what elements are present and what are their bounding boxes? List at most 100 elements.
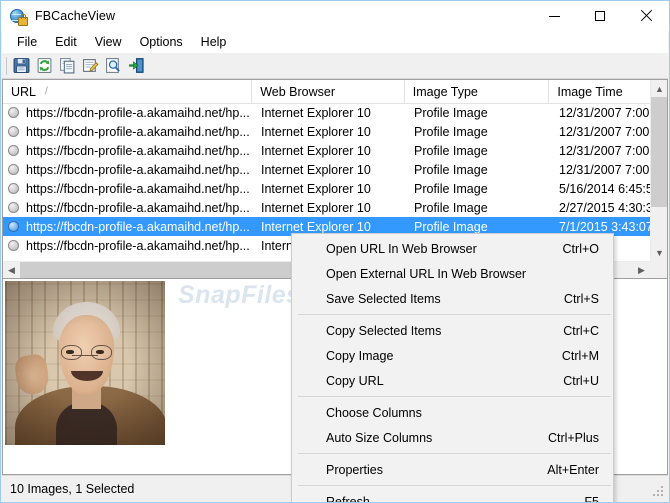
app-globe-lock-icon [10,8,28,26]
window-title: FBCacheView [35,9,116,23]
ctx-copy-selected[interactable]: Copy Selected Items Ctrl+C [292,318,613,343]
cell-image-type: Profile Image [414,124,488,139]
scroll-right-arrow-icon[interactable]: ▶ [633,262,650,278]
ctx-copy-image-label: Copy Image [326,348,394,363]
image-entry-icon [8,202,19,213]
toolbar-copy-button[interactable] [56,55,79,77]
menu-edit[interactable]: Edit [46,33,86,51]
table-row[interactable]: https://fbcdn-profile-a.akamaihd.net/hp.… [3,122,650,141]
image-entry-icon [8,107,19,118]
listview-header: URL / Web Browser Image Type Image Time [3,80,667,104]
maximize-icon [595,11,605,21]
ctx-auto-size-columns[interactable]: Auto Size Columns Ctrl+Plus [292,425,613,450]
table-row[interactable]: https://fbcdn-profile-a.akamaihd.net/hp.… [3,198,650,217]
cell-url-label: https://fbcdn-profile-a.akamaihd.net/hp.… [26,143,250,158]
toolbar-separator [6,56,7,75]
menu-options[interactable]: Options [131,33,192,51]
ctx-properties[interactable]: Properties Alt+Enter [292,457,613,482]
cell-web-browser: Internet Explorer 10 [261,124,371,139]
cell-url-label: https://fbcdn-profile-a.akamaihd.net/hp.… [26,219,250,234]
ctx-refresh[interactable]: Refresh F5 [292,489,613,503]
ctx-copy-image[interactable]: Copy Image Ctrl+M [292,343,613,368]
toolbar-exit-button[interactable] [125,55,148,77]
column-header-web-browser[interactable]: Web Browser [252,80,405,103]
scroll-down-arrow-icon[interactable]: ▼ [651,244,667,261]
ctx-auto-size-columns-accelerator: Ctrl+Plus [547,430,599,445]
ctx-open-external-url[interactable]: Open External URL In Web Browser [292,261,613,286]
scroll-left-arrow-icon[interactable]: ◀ [3,262,20,278]
ctx-open-external-url-label: Open External URL In Web Browser [326,266,527,281]
cell-image-time: 12/31/2007 7:00:0 [559,162,650,177]
ctx-copy-url-accelerator: Ctrl+U [563,373,599,388]
cell-image-type: Profile Image [414,143,488,158]
find-icon [106,58,120,73]
ctx-refresh-accelerator: F5 [584,494,599,503]
cell-url: https://fbcdn-profile-a.akamaihd.net/hp.… [3,125,253,139]
image-entry-icon [8,183,19,194]
menu-separator [298,396,611,397]
table-row[interactable]: https://fbcdn-profile-a.akamaihd.net/hp.… [3,141,650,160]
cell-url: https://fbcdn-profile-a.akamaihd.net/hp.… [3,144,253,158]
menu-separator [298,453,611,454]
table-row[interactable]: https://fbcdn-profile-a.akamaihd.net/hp.… [3,160,650,179]
menu-bar: File Edit View Options Help [2,31,668,53]
toolbar-find-button[interactable] [102,55,125,77]
column-header-image-type-label: Image Type [412,84,478,99]
ctx-save-selected-label: Save Selected Items [326,291,441,306]
cell-url-label: https://fbcdn-profile-a.akamaihd.net/hp.… [26,200,250,215]
cell-web-browser: Internet Explorer 10 [261,200,371,215]
save-icon [13,58,30,73]
ctx-refresh-label: Refresh [326,494,370,503]
toolbar-save-button[interactable] [10,55,33,77]
minimize-icon [548,15,560,17]
ctx-copy-url[interactable]: Copy URL Ctrl+U [292,368,613,393]
cell-web-browser: Internet Explorer 10 [261,219,371,234]
cell-image-time: 5/16/2014 6:45:51 [559,181,650,196]
image-entry-icon [8,164,19,175]
column-header-image-type[interactable]: Image Type [405,80,550,103]
cell-url-label: https://fbcdn-profile-a.akamaihd.net/hp.… [26,162,250,177]
ctx-properties-label: Properties [326,462,383,477]
ctx-properties-accelerator: Alt+Enter [547,462,599,477]
image-entry-icon [8,221,19,232]
menu-view[interactable]: View [86,33,131,51]
cell-url: https://fbcdn-profile-a.akamaihd.net/hp.… [3,239,253,253]
image-entry-icon [8,240,19,251]
close-button[interactable] [623,1,669,31]
toolbar-properties-button[interactable] [79,55,102,77]
listview-vertical-scrollbar[interactable]: ▲ ▼ [650,80,667,278]
fbcacheview-window: FBCacheView File Edit View Options Help [0,0,670,503]
scrollbar-corner [650,261,667,278]
ctx-save-selected[interactable]: Save Selected Items Ctrl+S [292,286,613,311]
table-row[interactable]: https://fbcdn-profile-a.akamaihd.net/hp.… [3,179,650,198]
minimize-button[interactable] [531,1,577,31]
scroll-up-arrow-icon[interactable]: ▲ [651,80,667,97]
cell-web-browser: Internet Explorer 10 [261,181,371,196]
context-menu[interactable]: Open URL In Web Browser Ctrl+O Open Extern… [291,233,614,503]
column-header-url[interactable]: URL / [3,80,253,103]
ctx-auto-size-columns-label: Auto Size Columns [326,430,433,445]
ctx-copy-selected-accelerator: Ctrl+C [563,323,599,338]
ctx-copy-image-accelerator: Ctrl+M [561,348,599,363]
ctx-open-url-label: Open URL In Web Browser [326,241,477,256]
image-entry-icon [8,145,19,156]
toolbar-refresh-button[interactable] [33,55,56,77]
ctx-open-url[interactable]: Open URL In Web Browser Ctrl+O [292,236,613,261]
menu-file[interactable]: File [8,33,46,51]
ctx-choose-columns[interactable]: Choose Columns [292,400,613,425]
cell-url: https://fbcdn-profile-a.akamaihd.net/hp.… [3,220,253,234]
cell-url: https://fbcdn-profile-a.akamaihd.net/hp.… [3,201,253,215]
properties-icon [83,59,99,72]
cell-image-time: 12/31/2007 7:00:0 [559,143,650,158]
vertical-scroll-thumb[interactable] [651,97,667,207]
cell-image-type: Profile Image [414,105,488,120]
resize-grip-icon[interactable] [653,486,665,498]
cell-image-type: Profile Image [414,219,488,234]
maximize-button[interactable] [577,1,623,31]
cell-url-label: https://fbcdn-profile-a.akamaihd.net/hp.… [26,124,250,139]
table-row[interactable]: https://fbcdn-profile-a.akamaihd.net/hp.… [3,103,650,122]
copy-icon [60,58,75,74]
menu-help[interactable]: Help [192,33,236,51]
ctx-copy-url-label: Copy URL [326,373,384,388]
toolbar [2,53,668,79]
